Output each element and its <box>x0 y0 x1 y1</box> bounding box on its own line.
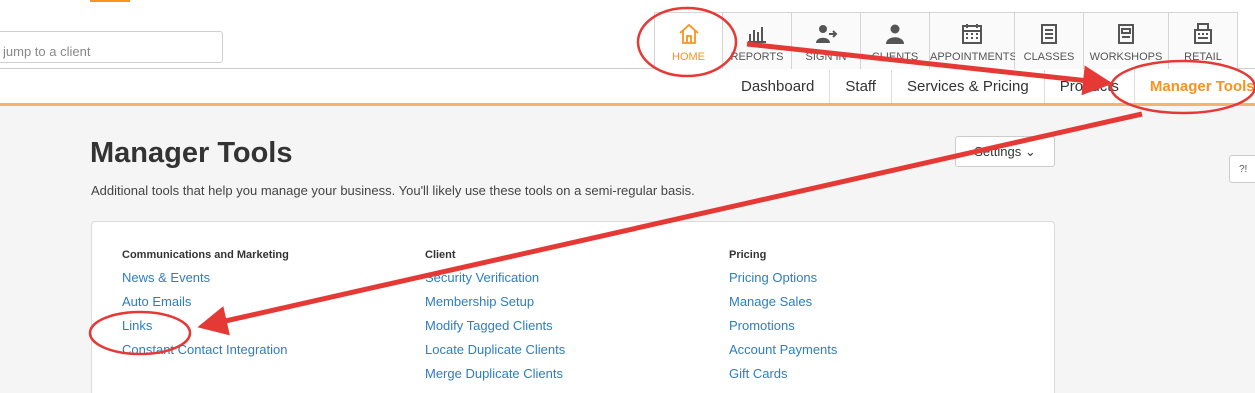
calendar-icon <box>962 24 982 44</box>
header-accent-line <box>0 103 1255 106</box>
tab-sign-in-label: SIGN IN <box>805 51 847 63</box>
link-merge-duplicate-clients[interactable]: Merge Duplicate Clients <box>425 366 565 390</box>
tab-reports[interactable]: REPORTS <box>723 12 792 69</box>
section-heading: Communications and Marketing <box>122 249 289 261</box>
tab-classes-label: CLASSES <box>1023 51 1075 63</box>
subnav-dashboard[interactable]: Dashboard <box>726 70 829 103</box>
tab-home[interactable]: HOME <box>654 12 723 69</box>
tab-reports-label: REPORTS <box>730 51 784 63</box>
tab-appointments-label: APPOINTMENTS <box>930 51 1017 63</box>
subnav-services-pricing[interactable]: Services & Pricing <box>890 70 1044 103</box>
page-title: Manager Tools <box>90 137 293 169</box>
client-search-input[interactable] <box>0 31 223 63</box>
link-security-verification[interactable]: Security Verification <box>425 270 565 294</box>
page-description: Additional tools that help you manage yo… <box>91 183 695 198</box>
tab-sign-in[interactable]: SIGN IN <box>792 12 861 69</box>
link-promotions[interactable]: Promotions <box>729 318 837 342</box>
subnav-manager-tools[interactable]: Manager Tools <box>1133 70 1255 103</box>
tab-workshops-label: WORKSHOPS <box>1089 51 1163 63</box>
link-links[interactable]: Links <box>122 318 289 342</box>
home-icon <box>678 23 699 44</box>
link-pricing-options[interactable]: Pricing Options <box>729 270 837 294</box>
chevron-down-icon: ⌄ <box>1024 144 1036 159</box>
section-heading: Client <box>425 249 456 261</box>
link-gift-cards[interactable]: Gift Cards <box>729 366 837 390</box>
sign-in-icon <box>816 25 838 43</box>
section-client: Client Security Verification Membership … <box>425 249 565 390</box>
register-icon <box>1194 23 1212 44</box>
logo-fragment <box>90 0 130 2</box>
workshop-icon <box>1118 24 1134 44</box>
help-button[interactable]: ?! <box>1229 155 1255 183</box>
link-auto-emails[interactable]: Auto Emails <box>122 294 289 318</box>
bar-chart-icon <box>748 27 766 43</box>
link-news-events[interactable]: News & Events <box>122 270 289 294</box>
settings-label: Settings <box>974 144 1022 159</box>
link-membership-setup[interactable]: Membership Setup <box>425 294 565 318</box>
section-pricing: Pricing Pricing Options Manage Sales Pro… <box>729 249 837 390</box>
tab-retail[interactable]: RETAIL <box>1169 12 1238 69</box>
section-communications: Communications and Marketing News & Even… <box>122 249 289 366</box>
link-manage-sales[interactable]: Manage Sales <box>729 294 837 318</box>
tab-classes[interactable]: CLASSES <box>1015 12 1084 69</box>
link-constant-contact[interactable]: Constant Contact Integration <box>122 342 289 366</box>
tab-workshops[interactable]: WORKSHOPS <box>1084 12 1169 69</box>
app-header: HOME REPORTS SIGN IN CLIENTS APPOINTMENT… <box>0 0 1255 105</box>
class-list-icon <box>1041 24 1057 44</box>
main-nav-tabs: HOME REPORTS SIGN IN CLIENTS APPOINTMENT… <box>654 12 1238 69</box>
tab-appointments[interactable]: APPOINTMENTS <box>930 12 1017 69</box>
tab-retail-label: RETAIL <box>1184 51 1222 63</box>
tab-clients[interactable]: CLIENTS <box>861 12 930 69</box>
tab-home-label: HOME <box>672 51 705 63</box>
link-locate-duplicate-clients[interactable]: Locate Duplicate Clients <box>425 342 565 366</box>
tools-card: Communications and Marketing News & Even… <box>91 221 1055 393</box>
subnav-staff[interactable]: Staff <box>829 70 891 103</box>
section-heading: Pricing <box>729 249 767 261</box>
person-icon <box>886 24 904 44</box>
tab-clients-label: CLIENTS <box>871 51 919 63</box>
settings-dropdown-button[interactable]: Settings ⌄ <box>955 136 1055 167</box>
sub-nav: Dashboard Staff Services & Pricing Produ… <box>726 70 1255 103</box>
link-account-payments[interactable]: Account Payments <box>729 342 837 366</box>
subnav-products[interactable]: Products <box>1043 70 1134 103</box>
link-modify-tagged-clients[interactable]: Modify Tagged Clients <box>425 318 565 342</box>
